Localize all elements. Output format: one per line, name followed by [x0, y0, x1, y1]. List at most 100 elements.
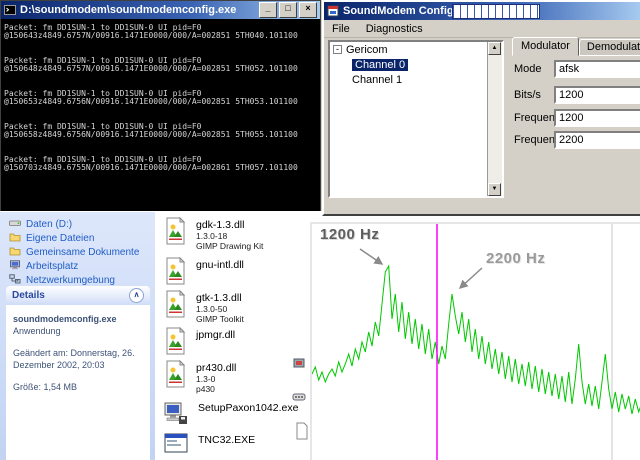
annotation-2200hz: 2200 Hz	[486, 250, 545, 267]
mode-label: Mode	[514, 63, 542, 75]
details-content: soundmodemconfig.exe Anwendung Geändert …	[6, 305, 150, 460]
sidebar-item-label: Daten (D:)	[26, 219, 72, 230]
frequency1-field[interactable]	[554, 131, 640, 149]
dll-file-icon	[163, 217, 187, 251]
scroll-up-icon[interactable]: ▲	[488, 42, 501, 55]
file-row[interactable]: gdk-1.3.dll 1.3.0-18 GIMP Drawing Kit	[163, 217, 263, 251]
console-titlebar[interactable]: D:\soundmodem\soundmodemconfig.exe _ □ ×	[1, 1, 320, 19]
sidebar-item-label: Arbeitsplatz	[26, 261, 78, 272]
file-version: 1.3.0-18	[196, 231, 263, 241]
tree-item-label: Channel 0	[352, 59, 408, 71]
file-row[interactable]: TNC32.EXE	[163, 432, 255, 460]
computer-icon	[9, 260, 21, 273]
application-file-icon	[163, 432, 189, 460]
file-name: gtk-1.3.dll	[196, 292, 244, 304]
sidebar-item-eigene-dateien[interactable]: Eigene Dateien	[0, 231, 155, 245]
frequency0-field[interactable]	[554, 109, 640, 127]
console-line: Packet: fm DD1SUN-1 to DD1SUN-0 UI pid=F…	[4, 156, 318, 164]
console-line	[4, 73, 318, 90]
scroll-down-icon[interactable]: ▼	[488, 183, 501, 196]
console-line: Packet: fm DD1SUN-1 to DD1SUN-0 UI pid=F…	[4, 57, 318, 65]
setup-file-icon	[163, 400, 189, 431]
details-modified-2: Dezember 2002, 20:03	[13, 359, 143, 371]
console-output: Packet: fm DD1SUN-1 to DD1SUN-0 UI pid=F…	[1, 19, 320, 211]
file-row[interactable]: gnu-intl.dll	[163, 257, 244, 290]
file-name: TNC32.EXE	[198, 434, 255, 446]
annotation-1200hz: 1200 Hz	[320, 226, 379, 243]
console-line: @150703z4849.6755N/00916.1471E0000/000/A…	[4, 164, 318, 172]
tree-collapse-icon[interactable]: -	[333, 45, 342, 54]
sidebar-item-label: Eigene Dateien	[26, 233, 94, 244]
tree-item-root[interactable]: - Gericom	[330, 42, 502, 57]
bits-label: Bits/s	[514, 89, 541, 101]
sidebar-item-arbeitsplatz[interactable]: Arbeitsplatz	[0, 259, 155, 273]
minimize-icon[interactable]: _	[259, 2, 277, 18]
details-file-name: soundmodemconfig.exe	[13, 313, 143, 325]
mode-field[interactable]	[554, 60, 640, 78]
device-icon[interactable]	[291, 356, 307, 375]
chevron-up-icon[interactable]: ∧	[129, 288, 144, 303]
console-line	[4, 106, 318, 123]
file-row[interactable]: gtk-1.3.dll 1.3.0-50 GIMP Toolkit	[163, 290, 244, 324]
annotation-arrow-1200	[360, 249, 382, 264]
tree-item-channel0[interactable]: Channel 0	[349, 57, 502, 72]
folder-icon	[9, 232, 21, 245]
file-row[interactable]: pr430.dll 1.3-0 p430	[163, 360, 236, 394]
tree-root-label: Gericom	[346, 44, 388, 56]
console-title: D:\soundmodem\soundmodemconfig.exe	[20, 4, 255, 16]
sidebar-item-daten[interactable]: Daten (D:)	[0, 217, 155, 231]
console-line: Packet: fm DD1SUN-1 to DD1SUN-0 UI pid=F…	[4, 123, 318, 131]
file-description: p430	[196, 384, 236, 394]
network-icon	[9, 274, 21, 287]
tree-scrollbar[interactable]: ▲ ▼	[487, 42, 502, 196]
file-name: gnu-intl.dll	[196, 259, 244, 271]
sidebar-item-label: Gemeinsame Dokumente	[26, 247, 139, 258]
file-version: 1.3.0-50	[196, 304, 244, 314]
configurator-icon	[327, 5, 339, 17]
folder-icon	[9, 246, 21, 259]
details-title: Details	[12, 290, 45, 301]
details-header: Details ∧	[6, 286, 150, 305]
console-line: Packet: fm DD1SUN-1 to DD1SUN-0 UI pid=F…	[4, 24, 318, 32]
console-line: @150653z4849.6756N/00916.1471E0000/000/A…	[4, 98, 318, 106]
details-panel: Details ∧ soundmodemconfig.exe Anwendung…	[6, 286, 150, 460]
file-name: jpmgr.dll	[196, 329, 235, 341]
dll-file-icon	[163, 360, 187, 394]
bits-field[interactable]	[554, 86, 640, 104]
console-line: @150648z4849.6757N/00916.1471E0000/000/A…	[4, 65, 318, 73]
console-icon	[4, 4, 16, 16]
annotation-arrow-2200	[460, 268, 482, 288]
connector-icon[interactable]	[291, 390, 307, 409]
explorer-task-pane: Daten (D:) Eigene Dateien Gemeinsame Dok…	[0, 211, 155, 460]
spectrum-window: 1200 Hz 2200 Hz	[310, 222, 640, 460]
details-file-type: Anwendung	[13, 325, 143, 337]
close-icon[interactable]: ×	[299, 2, 317, 18]
console-window[interactable]: D:\soundmodem\soundmodemconfig.exe _ □ ×…	[0, 0, 321, 212]
menu-bar: File Diagnostics	[324, 20, 640, 38]
sidebar-item-gemeinsame-dokumente[interactable]: Gemeinsame Dokumente	[0, 245, 155, 259]
console-line	[4, 40, 318, 57]
sidebar-item-netzwerkumgebung[interactable]: Netzwerkumgebung	[0, 273, 155, 287]
menu-file[interactable]: File	[324, 22, 358, 36]
maximize-icon[interactable]: □	[279, 2, 297, 18]
file-name: gdk-1.3.dll	[196, 219, 263, 231]
file-row[interactable]: jpmgr.dll	[163, 327, 235, 360]
tab-demodulator[interactable]: Demodulator	[579, 39, 640, 56]
page-icon[interactable]	[295, 422, 309, 445]
tab-modulator[interactable]: Modulator	[512, 37, 579, 56]
desktop: D:\soundmodem\soundmodemconfig.exe _ □ ×…	[0, 0, 640, 460]
drive-icon	[9, 218, 21, 231]
configurator-window[interactable]: SoundModem Configurator File Diagnostics…	[322, 0, 640, 216]
dll-file-icon	[163, 290, 187, 324]
file-name: pr430.dll	[196, 362, 236, 374]
file-row[interactable]: SetupPaxon1042.exe	[163, 400, 298, 431]
file-description: GIMP Drawing Kit	[196, 241, 263, 251]
menu-diagnostics[interactable]: Diagnostics	[358, 22, 431, 36]
level-meter	[452, 4, 540, 19]
spectrum-trace	[312, 266, 640, 414]
spectrum-plot	[312, 224, 640, 460]
console-line: @150643z4849.6757N/00916.1471E0000/000/A…	[4, 32, 318, 40]
tree-item-channel1[interactable]: Channel 1	[349, 72, 502, 87]
file-name: SetupPaxon1042.exe	[198, 402, 298, 414]
dll-file-icon	[163, 257, 187, 290]
